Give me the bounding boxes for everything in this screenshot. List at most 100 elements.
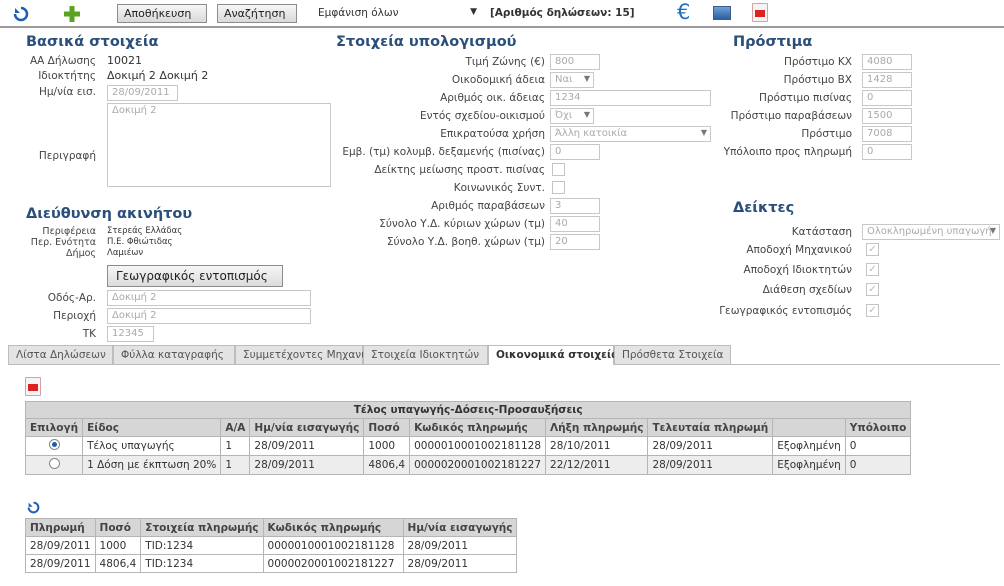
payments-table: Πληρωμή Ποσό Στοιχεία πληρωμής Κωδικός π… [25, 518, 518, 573]
plan-label: Εντός σχεδίου-οικισμού [420, 110, 545, 122]
table-cell: 0 [844, 436, 912, 456]
table-cell: 1 [220, 455, 251, 475]
table-cell: 0000010001002181128 [262, 536, 404, 555]
fine-total-field[interactable]: 7008 [862, 126, 912, 142]
aux-area-field[interactable]: 20 [550, 234, 600, 250]
unit-value: Π.Ε. Φθιώτιδας [107, 237, 173, 247]
use-select[interactable]: Άλλη κατοικία ▼ [550, 126, 711, 142]
declarations-count: [Αριθμός δηλώσεων: 15] [490, 7, 635, 19]
tab-record-sheets[interactable]: Φύλλα καταγραφής [113, 345, 235, 364]
euro-icon[interactable]: € [677, 1, 690, 23]
violations-field[interactable]: 3 [550, 198, 600, 214]
plans-checkbox[interactable]: ✓ [866, 283, 879, 296]
show-all-select[interactable]: Εμφάνιση όλων ▼ [314, 6, 480, 22]
date-field[interactable]: 28/09/2011 [107, 85, 178, 101]
pool-field[interactable]: 0 [550, 144, 600, 160]
aux-area-label: Σύνολο Υ.Δ. βοηθ. χώρων (τμ) [386, 236, 545, 248]
pdf-icon[interactable] [752, 3, 768, 22]
eng-accept-checkbox[interactable]: ✓ [866, 243, 879, 256]
table-cell: 28/09/2011 [647, 455, 774, 475]
fine-total-label: Πρόστιμο [801, 128, 852, 140]
social-checkbox[interactable] [552, 181, 565, 194]
remain-field[interactable]: 0 [862, 144, 912, 160]
area-label: Περιοχή [53, 310, 96, 322]
table-cell: 0000020001002181227 [409, 455, 547, 475]
table-row: 28/09/2011 1000 TID:1234 000001000100218… [25, 536, 518, 555]
area-field[interactable]: Δοκιμή 2 [107, 308, 311, 324]
permit-no-field[interactable]: 1234 [550, 90, 711, 106]
plan-select[interactable]: Όχι ▼ [550, 108, 594, 124]
tab-owners[interactable]: Στοιχεία Ιδιοκτητών [363, 345, 488, 364]
zone-field[interactable]: 800 [550, 54, 600, 70]
eng-accept-label: Αποδοχή Μηχανικού [746, 244, 852, 256]
table-cell: 28/09/2011 [249, 436, 365, 456]
select-cell[interactable] [24, 455, 84, 475]
tab-engineers[interactable]: Συμμετέχοντες Μηχανικοί [235, 345, 381, 364]
pool-label: Εμβ. (τμ) κολυμβ. δεξαμενής (πισίνας) [342, 146, 545, 158]
owners-accept-label: Αποδοχή Ιδιοκτητών [743, 264, 852, 276]
tab-additional[interactable]: Πρόσθετα Στοιχεία [614, 345, 731, 364]
table-cell: 4806,4 [363, 455, 411, 475]
fine-kx-field[interactable]: 4080 [862, 54, 912, 70]
table-cell: 28/09/2011 [402, 554, 518, 573]
fine-kx-label: Πρόστιμο ΚΧ [783, 56, 852, 68]
table-cell: 1 Δόση με έκπτωση 20% [82, 455, 222, 475]
fees-header: Λήξη πληρωμής [545, 418, 649, 437]
pdf-icon[interactable] [25, 377, 41, 396]
main-area-field[interactable]: 40 [550, 216, 600, 232]
desc-field[interactable]: Δοκιμή 2 [107, 103, 331, 187]
permit-no-label: Αριθμός οικ. άδειας [440, 92, 545, 104]
status-select[interactable]: Ολοκληρωμένη υπαγωγή ▼ [862, 224, 1000, 240]
social-label: Κοινωνικός Συντ. [453, 182, 545, 194]
fine-pool-field[interactable]: 0 [862, 90, 912, 106]
desc-label: Περιγραφή [38, 150, 96, 162]
main-area-label: Σύνολο Υ.Δ. κύριων χώρων (τμ) [379, 218, 545, 230]
fees-header: Ημ/νία εισαγωγής [249, 418, 365, 437]
table-cell: Εξοφλημένη [772, 455, 846, 475]
payments-header: Στοιχεία πληρωμής [140, 518, 264, 537]
row-radio[interactable] [48, 439, 60, 450]
status-value: Ολοκληρωμένη υπαγωγή [867, 226, 992, 237]
street-field[interactable]: Δοκιμή 2 [107, 290, 311, 306]
unit-label: Περ. Ενότητα [30, 237, 96, 248]
refresh-icon[interactable] [13, 6, 29, 22]
zone-label: Τιμή Ζώνης (€) [465, 56, 545, 68]
tab-declarations-list[interactable]: Λίστα Δηλώσεων [8, 345, 113, 364]
tk-field[interactable]: 12345 [107, 326, 154, 342]
geo-indicator-checkbox[interactable]: ✓ [866, 304, 879, 317]
table-row[interactable]: Τέλος υπαγωγής 1 28/09/2011 1000 0000010… [24, 436, 912, 456]
table-cell: 0 [844, 455, 912, 475]
tab-financial[interactable]: Οικονομικά στοιχεία [488, 345, 618, 365]
table-row: 28/09/2011 4806,4 TID:1234 0000020001002… [25, 554, 518, 573]
pool-reduce-checkbox[interactable] [552, 163, 565, 176]
table-row[interactable]: 1 Δόση με έκπτωση 20% 1 28/09/2011 4806,… [24, 455, 912, 475]
fees-header: Κωδικός πληρωμής [409, 418, 547, 437]
use-label: Επικρατούσα χρήση [440, 128, 545, 140]
owners-accept-checkbox[interactable]: ✓ [866, 263, 879, 276]
row-radio[interactable] [48, 458, 60, 469]
address-section-title: Διεύθυνση ακινήτου [26, 206, 193, 222]
fines-section-title: Πρόστιμα [733, 34, 813, 50]
toolbar: Αποθήκευση Αναζήτηση Εμφάνιση όλων ▼ [Αρ… [0, 0, 1004, 28]
add-icon[interactable] [62, 4, 82, 24]
monitor-icon[interactable] [713, 6, 731, 20]
status-label: Κατάσταση [791, 226, 852, 238]
street-label: Οδός-Αρ. [47, 292, 96, 304]
geo-indicator-label: Γεωγραφικός εντοπισμός [719, 305, 852, 317]
table-cell: 28/09/2011 [249, 455, 365, 475]
fine-pool-label: Πρόστιμο πισίνας [759, 92, 852, 104]
remain-label: Υπόλοιπο προς πληρωμή [723, 146, 852, 158]
save-button[interactable]: Αποθήκευση [117, 4, 207, 23]
fine-bx-field[interactable]: 1428 [862, 72, 912, 88]
geo-locate-button[interactable]: Γεωγραφικός εντοπισμός [107, 265, 283, 287]
select-cell[interactable] [24, 436, 84, 456]
fees-header: Υπόλοιπο [844, 418, 912, 437]
search-button[interactable]: Αναζήτηση [217, 4, 297, 23]
fees-table: Τέλος υπαγωγής-Δόσεις-Προσαυξήσεις Επιλο… [24, 401, 912, 475]
fine-violations-field[interactable]: 1500 [862, 108, 912, 124]
calc-section-title: Στοιχεία υπολογισμού [336, 34, 517, 50]
permit-select[interactable]: Ναι ▼ [550, 72, 594, 88]
indicators-section-title: Δείκτες [733, 200, 795, 216]
refresh-icon[interactable] [27, 501, 40, 514]
pool-reduce-label: Δείκτης μείωσης προστ. πισίνας [374, 164, 545, 176]
